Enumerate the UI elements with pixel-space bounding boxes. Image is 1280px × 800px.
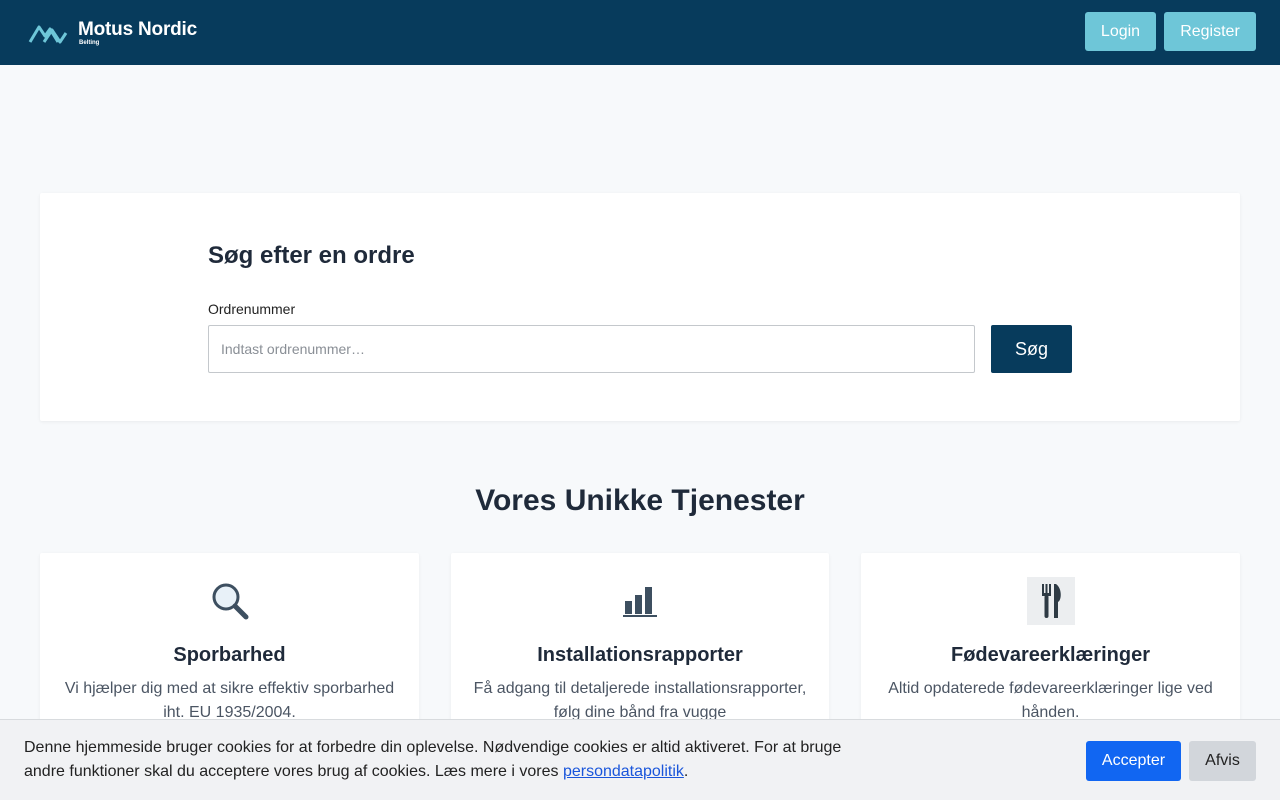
service-description: Vi hjælper dig med at sikre effektiv spo…: [64, 680, 395, 721]
magnifier-icon: [206, 577, 254, 625]
brand-text: Motus Nordic Belting: [78, 18, 197, 47]
brand-subtitle: Belting: [79, 39, 100, 46]
privacy-policy-link[interactable]: persondatapolitik: [563, 763, 684, 780]
decline-cookies-button[interactable]: Afvis: [1189, 741, 1256, 781]
cookie-message: Denne hjemmeside bruger cookies for at f…: [24, 736, 864, 784]
login-button[interactable]: Login: [1085, 12, 1156, 51]
service-title: Sporbarhed: [173, 644, 286, 666]
service-description: Få adgang til detaljerede installationsr…: [473, 680, 807, 721]
fork-knife-icon: [1026, 577, 1075, 625]
service-title: Installationsrapporter: [537, 644, 743, 666]
cookie-text: Denne hjemmeside bruger cookies for at f…: [24, 739, 842, 780]
cookie-text-end: .: [683, 763, 689, 780]
brand-name: Motus Nordic: [78, 18, 197, 40]
cookie-consent-bar: Denne hjemmeside bruger cookies for at f…: [0, 719, 1280, 800]
top-navigation-bar: Motus Nordic Belting Login Register: [0, 0, 1280, 65]
services-heading: Vores Unikke Tjenester: [475, 484, 805, 517]
service-description: Altid opdaterede fødevareerklæringer lig…: [888, 680, 1213, 721]
search-button[interactable]: Søg: [991, 325, 1072, 373]
register-button[interactable]: Register: [1164, 12, 1256, 51]
order-number-input[interactable]: [208, 325, 975, 373]
service-title: Fødevareerklæringer: [951, 644, 1150, 666]
mountains-logo-icon: [28, 25, 68, 44]
order-number-label: Ordrenummer: [208, 301, 296, 317]
brand-logo[interactable]: Motus Nordic Belting: [28, 14, 208, 52]
order-search-title: Søg efter en ordre: [208, 242, 415, 269]
bar-chart-icon: [616, 577, 664, 625]
accept-cookies-button[interactable]: Accepter: [1086, 741, 1181, 781]
